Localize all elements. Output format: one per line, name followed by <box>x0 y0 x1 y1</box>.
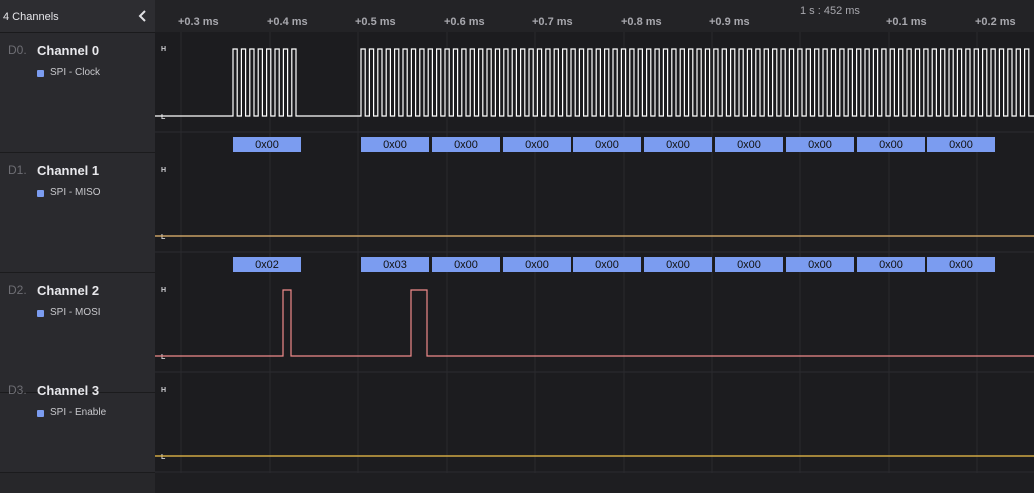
chevron-left-icon[interactable] <box>136 7 150 25</box>
time-tick: +0.5 ms <box>355 16 396 28</box>
time-tick: +0.3 ms <box>178 16 219 28</box>
miso-decoded-value: 0x00 <box>737 139 761 151</box>
channel-list-header: 4 Channels <box>0 0 155 33</box>
channel-name[interactable]: Channel 0 <box>37 43 99 58</box>
time-anchor: 1 s : 452 ms <box>800 5 860 17</box>
miso-decoded-value: 0x00 <box>879 139 903 151</box>
channel-index: D3. <box>8 383 27 397</box>
channel-row-1[interactable]: D1. Channel 1 SPI - MISO <box>0 153 155 273</box>
time-tick: +0.6 ms <box>444 16 485 28</box>
channel-name[interactable]: Channel 2 <box>37 283 99 298</box>
channel-name[interactable]: Channel 1 <box>37 163 99 178</box>
analyzer-label: SPI - Clock <box>50 67 101 78</box>
miso-decoded-value: 0x00 <box>949 139 973 151</box>
mosi-decoded-value: 0x00 <box>949 259 973 271</box>
mosi-decoded-value: 0x00 <box>595 259 619 271</box>
time-ruler[interactable]: 1 s : 452 ms +0.3 ms +0.4 ms +0.5 ms +0.… <box>155 0 1034 33</box>
channel-index: D0. <box>8 43 27 57</box>
mosi-decoded-value: 0x00 <box>879 259 903 271</box>
level-high-label: H <box>161 287 166 294</box>
time-tick: +0.4 ms <box>267 16 308 28</box>
channel-name[interactable]: Channel 3 <box>37 383 99 398</box>
waveform-footer <box>155 473 1034 493</box>
channel-index: D1. <box>8 163 27 177</box>
mosi-decoded-value: 0x00 <box>666 259 690 271</box>
analyzer-label: SPI - MOSI <box>50 307 101 318</box>
waveform-area[interactable]: H L H L H L H L 0x00 0x00 0x00 0x00 0x00 0x00 0x00 0x00… <box>155 32 1034 473</box>
channel-row-0[interactable]: D0. Channel 0 SPI - Clock <box>0 33 155 153</box>
mosi-decoded-value: 0x02 <box>255 259 279 271</box>
miso-decoded-value: 0x00 <box>383 139 407 151</box>
miso-decoded-value: 0x00 <box>454 139 478 151</box>
miso-decoded-value: 0x00 <box>666 139 690 151</box>
channel-row-3[interactable]: D3. Channel 3 SPI - Enable <box>0 373 155 473</box>
time-tick: +0.2 ms <box>975 16 1016 28</box>
level-high-label: H <box>161 167 166 174</box>
level-high-label: H <box>161 46 166 53</box>
miso-decoded-value: 0x00 <box>595 139 619 151</box>
time-tick: +0.7 ms <box>532 16 573 28</box>
mosi-decoded-value: 0x00 <box>737 259 761 271</box>
level-low-label: L <box>161 234 166 241</box>
analyzer-label: SPI - MISO <box>50 187 101 198</box>
level-low-label: L <box>161 354 166 361</box>
mosi-decoded-value: 0x00 <box>808 259 832 271</box>
analyzer-color-icon <box>37 310 44 317</box>
analyzer-color-icon <box>37 410 44 417</box>
sidebar-footer <box>0 473 155 493</box>
channel-index: D2. <box>8 283 27 297</box>
level-low-label: L <box>161 454 166 461</box>
analyzer-color-icon <box>37 190 44 197</box>
miso-decoded-value: 0x00 <box>525 139 549 151</box>
channel-count: 4 Channels <box>3 11 59 23</box>
time-tick: +0.8 ms <box>621 16 662 28</box>
mosi-decoded-value: 0x00 <box>525 259 549 271</box>
miso-decoded-value: 0x00 <box>255 139 279 151</box>
miso-decoded-value: 0x00 <box>808 139 832 151</box>
level-low-label: L <box>161 114 166 121</box>
time-tick: +0.1 ms <box>886 16 927 28</box>
analyzer-color-icon <box>37 70 44 77</box>
mosi-decoded-value: 0x00 <box>454 259 478 271</box>
mosi-decoded-value: 0x03 <box>383 259 407 271</box>
time-tick: +0.9 ms <box>709 16 750 28</box>
level-high-label: H <box>161 387 166 394</box>
analyzer-label: SPI - Enable <box>50 407 107 418</box>
